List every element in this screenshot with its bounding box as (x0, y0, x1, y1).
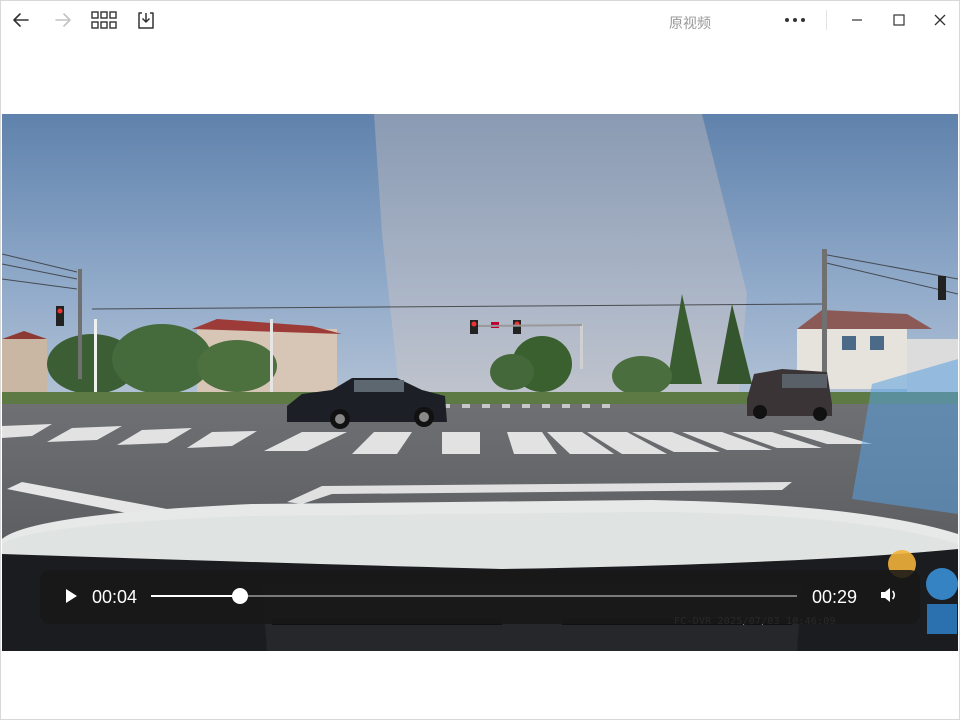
play-icon (64, 588, 78, 609)
grid-icon (91, 11, 117, 29)
volume-button[interactable] (878, 586, 900, 608)
title-separator (826, 10, 827, 30)
more-icon (784, 17, 806, 23)
minimize-icon (850, 13, 864, 27)
save-button[interactable] (131, 6, 161, 34)
volume-icon (879, 586, 899, 609)
arrow-left-icon (11, 10, 31, 30)
play-button[interactable] (60, 587, 82, 609)
seek-thumb[interactable] (232, 588, 248, 604)
video-controls: 00:04 00:29 (40, 570, 920, 624)
title-bar: 原视频 (0, 0, 960, 42)
current-time: 00:04 (92, 587, 138, 607)
seek-bar[interactable] (151, 588, 797, 604)
close-button[interactable] (925, 6, 955, 34)
download-icon (136, 10, 156, 30)
forward-button[interactable] (48, 6, 78, 34)
seek-progress (151, 595, 240, 597)
duration: 00:29 (812, 587, 858, 607)
far-crosswalk (442, 404, 610, 408)
more-options-button[interactable] (780, 6, 810, 34)
utility-pole-left (78, 269, 82, 379)
back-button[interactable] (6, 6, 36, 34)
close-icon (933, 13, 947, 27)
building-left (2, 339, 47, 394)
arrow-right-icon (53, 10, 73, 30)
gallery-grid-button[interactable] (89, 6, 119, 34)
minimize-button[interactable] (842, 6, 872, 34)
dark-suv (747, 369, 832, 421)
maximize-button[interactable] (884, 6, 914, 34)
window-title: 原视频 (669, 15, 711, 31)
maximize-icon (892, 13, 906, 27)
